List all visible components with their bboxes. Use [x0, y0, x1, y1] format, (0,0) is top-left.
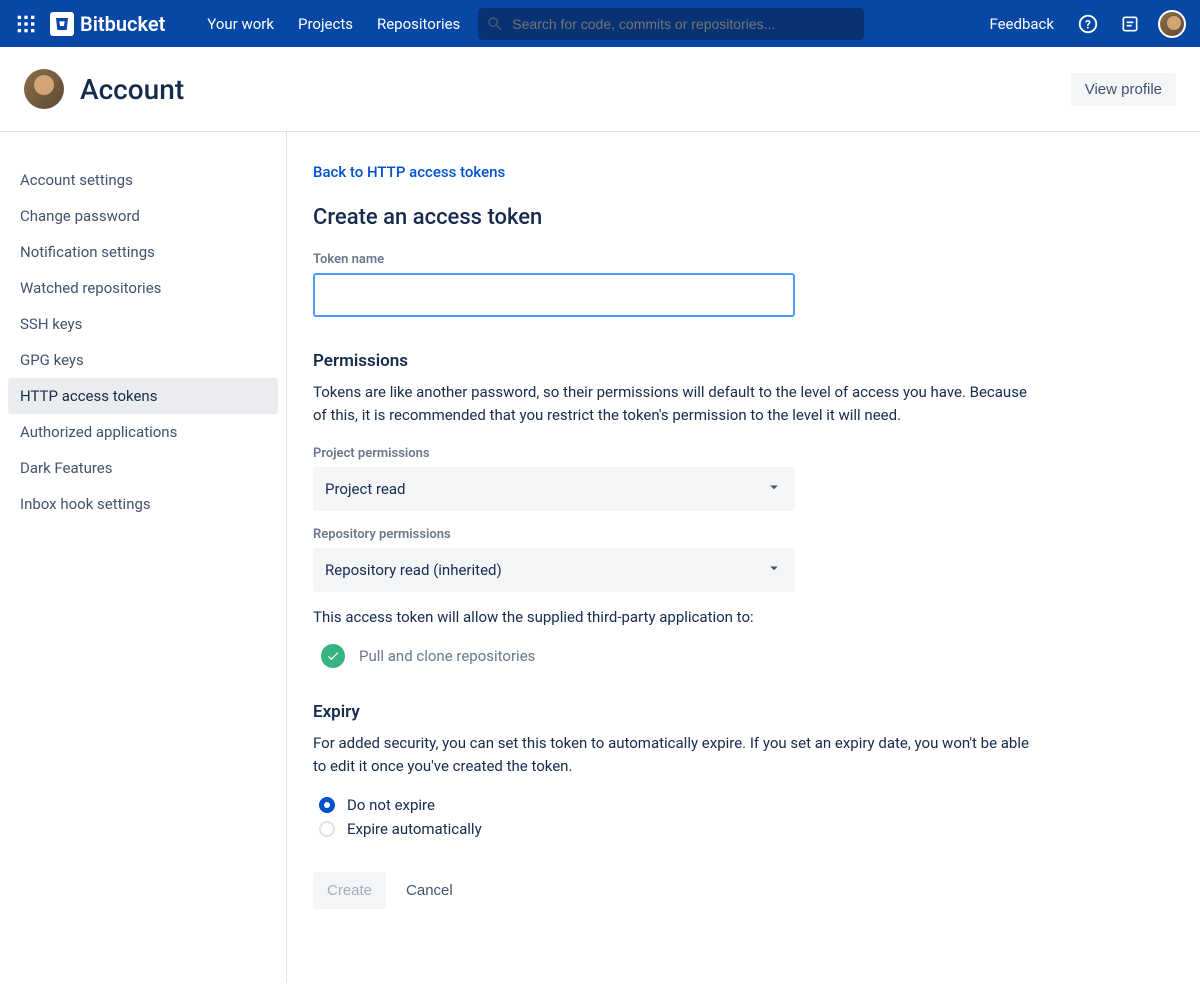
project-permissions-value: Project read — [325, 480, 406, 498]
sidebar-item-gpg-keys[interactable]: GPG keys — [8, 342, 278, 378]
token-name-label: Token name — [313, 252, 1176, 267]
app-switcher-icon[interactable] — [14, 12, 38, 36]
radio-do-not-expire[interactable] — [319, 797, 335, 813]
help-icon[interactable]: ? — [1074, 10, 1102, 38]
back-link[interactable]: Back to HTTP access tokens — [313, 163, 505, 181]
main-content: Back to HTTP access tokens Create an acc… — [287, 132, 1200, 982]
project-permissions-select[interactable]: Project read — [313, 467, 795, 511]
expiry-heading: Expiry — [313, 702, 1176, 722]
sidebar-item-change-password[interactable]: Change password — [8, 198, 278, 234]
cancel-button[interactable]: Cancel — [406, 882, 453, 899]
permission-text: Pull and clone repositories — [359, 647, 535, 665]
permissions-heading: Permissions — [313, 351, 1176, 371]
repository-permissions-label: Repository permissions — [313, 527, 1176, 542]
top-navigation: Bitbucket Your work Projects Repositorie… — [0, 0, 1200, 47]
bitbucket-logo[interactable]: Bitbucket — [50, 12, 165, 36]
nav-projects[interactable]: Projects — [288, 9, 363, 39]
sidebar-item-ssh-keys[interactable]: SSH keys — [8, 306, 278, 342]
view-profile-button[interactable]: View profile — [1071, 73, 1176, 106]
page-header: Account View profile — [0, 47, 1200, 132]
sidebar-item-dark-features[interactable]: Dark Features — [8, 450, 278, 486]
svg-text:?: ? — [1085, 17, 1091, 31]
radio-do-not-expire-row[interactable]: Do not expire — [319, 796, 1176, 814]
sidebar-item-authorized-applications[interactable]: Authorized applications — [8, 414, 278, 450]
radio-expire-auto[interactable] — [319, 821, 335, 837]
radio-do-not-expire-label: Do not expire — [347, 796, 435, 814]
sidebar: Account settings Change password Notific… — [0, 132, 287, 982]
sidebar-item-inbox-hook-settings[interactable]: Inbox hook settings — [8, 486, 278, 522]
nav-repositories[interactable]: Repositories — [367, 9, 470, 39]
chevron-down-icon — [765, 478, 783, 500]
chevron-down-icon — [765, 559, 783, 581]
sidebar-item-notification-settings[interactable]: Notification settings — [8, 234, 278, 270]
allow-text: This access token will allow the supplie… — [313, 608, 1176, 626]
expiry-description: For added security, you can set this tok… — [313, 732, 1033, 779]
project-permissions-label: Project permissions — [313, 446, 1176, 461]
page-title: Account — [80, 73, 184, 106]
repository-permissions-value: Repository read (inherited) — [325, 561, 502, 579]
search-container — [478, 8, 864, 40]
sidebar-item-account-settings[interactable]: Account settings — [8, 162, 278, 198]
check-circle-icon — [321, 644, 345, 668]
permission-item: Pull and clone repositories — [321, 644, 1176, 668]
radio-expire-auto-label: Expire automatically — [347, 820, 482, 838]
feedback-link[interactable]: Feedback — [983, 15, 1060, 33]
repository-permissions-select[interactable]: Repository read (inherited) — [313, 548, 795, 592]
nav-your-work[interactable]: Your work — [197, 9, 284, 39]
create-button[interactable]: Create — [313, 872, 386, 909]
bitbucket-icon — [50, 12, 74, 36]
nav-links: Your work Projects Repositories — [197, 9, 470, 39]
search-input[interactable] — [478, 8, 864, 40]
whats-new-icon[interactable] — [1116, 10, 1144, 38]
nav-right: Feedback ? — [983, 10, 1186, 38]
radio-expire-auto-row[interactable]: Expire automatically — [319, 820, 1176, 838]
sidebar-item-watched-repositories[interactable]: Watched repositories — [8, 270, 278, 306]
permissions-description: Tokens are like another password, so the… — [313, 381, 1033, 428]
brand-text: Bitbucket — [80, 12, 165, 36]
user-avatar[interactable] — [1158, 10, 1186, 38]
account-avatar — [24, 69, 64, 109]
token-name-input[interactable] — [313, 273, 795, 317]
form-title: Create an access token — [313, 205, 1176, 230]
sidebar-item-http-access-tokens[interactable]: HTTP access tokens — [8, 378, 278, 414]
